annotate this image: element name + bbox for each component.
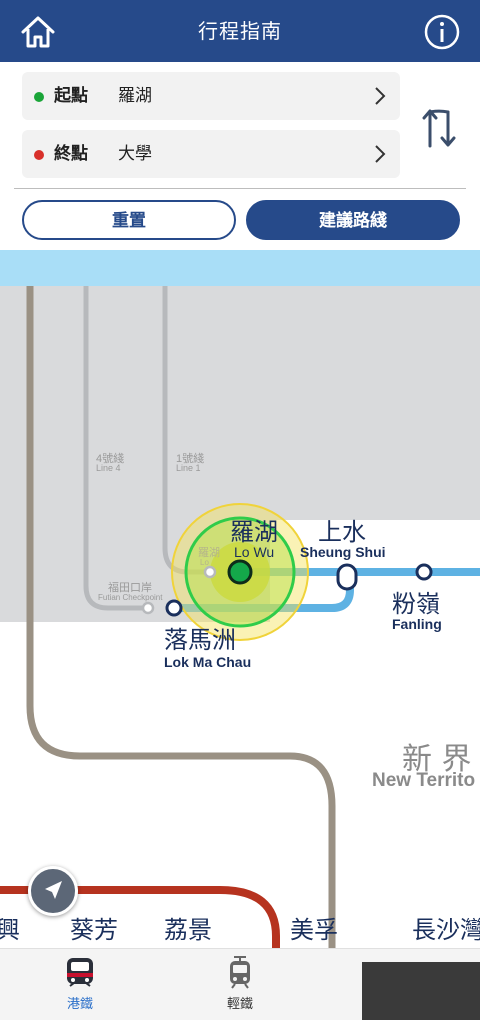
overlay-thumbnail — [362, 962, 480, 1020]
origin-dot — [34, 92, 44, 102]
panel-divider — [14, 188, 466, 189]
origin-label: 起點 — [54, 86, 88, 106]
route-map[interactable]: 4號綫 Line 4 1號綫 Line 1 福田口岸 Futian Checkp… — [0, 286, 480, 948]
lok-ma-chau-label-en: Lok Ma Chau — [164, 654, 252, 670]
sheung-shui-label-en: Sheung Shui — [300, 544, 386, 560]
station-label-kwai-fong: 葵芳 — [70, 916, 118, 944]
lo-wu-selected-marker[interactable] — [227, 559, 253, 585]
mtr-train-icon — [67, 958, 93, 987]
faded-lowu-marker — [203, 565, 217, 579]
origin-value: 羅湖 — [118, 86, 152, 106]
reset-button[interactable]: 重置 — [22, 200, 236, 240]
tab-mtr[interactable]: 港鐵 — [25, 949, 135, 1020]
origin-field[interactable]: 起點 羅湖 — [22, 72, 400, 120]
route-panel: 起點 羅湖 終點 大學 重置 建議路綫 — [0, 62, 480, 248]
station-label-mei-foo: 美孚 — [290, 916, 338, 944]
futian-label-en: Futian Checkpoint — [98, 593, 163, 602]
station-label-cheung-sha-wan: 長沙灣 — [412, 916, 480, 944]
location-arrow-icon — [45, 881, 62, 899]
destination-label: 終點 — [54, 144, 88, 164]
lo-wu-label-zh: 羅湖 — [230, 518, 278, 546]
sheung-shui-label-zh: 上水 — [318, 518, 366, 546]
page-title: 行程指南 — [198, 19, 282, 43]
line-4-label-en: Line 4 — [96, 463, 121, 473]
chevron-right-icon — [375, 87, 386, 105]
tab-light-rail-label: 輕鐵 — [226, 997, 253, 1012]
station-label-partial-left: 興 — [0, 916, 20, 944]
futian-marker — [141, 601, 155, 615]
destination-field[interactable]: 終點 大學 — [22, 130, 400, 178]
fanling-label-en: Fanling — [392, 616, 442, 632]
station-label-lai-king: 荔景 — [164, 916, 212, 944]
app-header: 行程指南 — [0, 0, 480, 62]
destination-value: 大學 — [118, 144, 152, 164]
sheung-shui-marker[interactable] — [336, 563, 358, 591]
destination-dot — [34, 150, 44, 160]
swap-arrows-icon[interactable] — [420, 106, 460, 150]
chevron-right-icon — [375, 145, 386, 163]
tab-mtr-label: 港鐵 — [66, 997, 93, 1012]
lo-wu-label-en: Lo Wu — [234, 544, 275, 560]
region-label-en: New Territo — [372, 770, 476, 791]
faded-lowu-label-en: Lo — [200, 558, 209, 567]
suggest-route-button[interactable]: 建議路綫 — [246, 200, 460, 240]
light-rail-icon — [230, 956, 250, 989]
line-1-label-en: Line 1 — [176, 463, 201, 473]
tab-light-rail[interactable]: 輕鐵 — [185, 949, 295, 1020]
lok-ma-chau-marker[interactable] — [165, 599, 183, 617]
fanling-label-zh: 粉嶺 — [392, 590, 440, 618]
info-icon[interactable] — [422, 12, 462, 52]
fanling-marker[interactable] — [415, 563, 433, 581]
map-top-strip — [0, 250, 480, 286]
lok-ma-chau-label-zh: 落馬洲 — [164, 626, 236, 654]
locate-me-button[interactable] — [28, 866, 78, 916]
